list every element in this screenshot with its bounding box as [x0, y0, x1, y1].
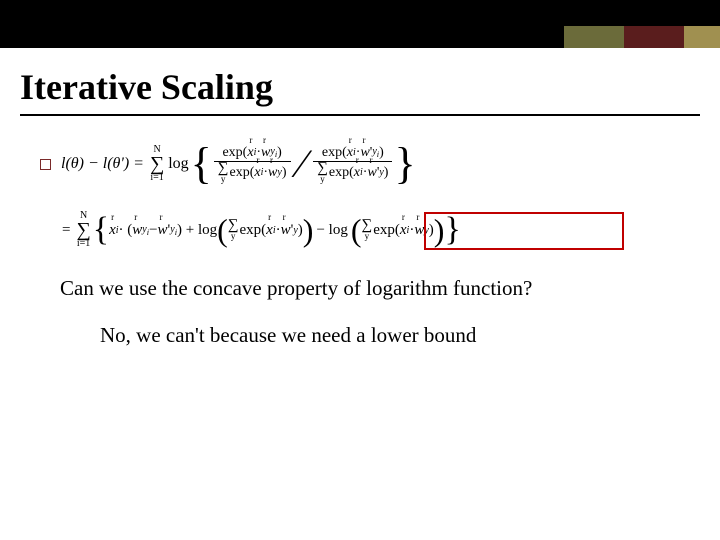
eq1-sum: N ∑ i=1 [150, 145, 164, 183]
content-area: l(θ) − l(θ') = N ∑ i=1 log { exp(xi · wy… [0, 116, 720, 348]
paren-close-1: ) [303, 214, 314, 246]
eq1-sum-bot: i=1 [150, 173, 163, 183]
brace-close-2: } [444, 208, 460, 252]
eq2-equals: = [62, 222, 70, 239]
equation-block: l(θ) − l(θ') = N ∑ i=1 log { exp(xi · wy… [40, 136, 680, 250]
eq2-i1-sum: y [231, 232, 236, 241]
bullet-icon [40, 159, 51, 170]
paren-close-2: ) [434, 214, 445, 246]
eq2-sum-bot: i=1 [77, 239, 90, 249]
eq1-f2-densum: y [320, 175, 325, 184]
paren-open-1: ( [217, 214, 228, 246]
eq1-lhs: l(θ) − l(θ') = [61, 155, 144, 173]
decor-olive [564, 26, 624, 48]
question-text: Can we use the concave property of logar… [60, 276, 680, 301]
eq1-frac2: exp(xi · w'yi) ∑y exp(xi · w'y) [313, 145, 392, 184]
eq2-sum: N ∑ i=1 [76, 211, 90, 249]
brace-open-2: { [93, 208, 109, 252]
brace-close-1: } [394, 142, 415, 186]
eq1-log: log [168, 155, 188, 173]
title-area: Iterative Scaling [0, 48, 720, 116]
eq2-i2-sum: y [365, 232, 370, 241]
brace-open-1: { [191, 142, 212, 186]
equation-1: l(θ) − l(θ') = N ∑ i=1 log { exp(xi · wy… [40, 136, 680, 192]
header-bar [0, 0, 720, 48]
paren-open-2: ( [351, 214, 362, 246]
eq1-f1-densum: y [221, 175, 226, 184]
equation-2: = N ∑ i=1 { xi · (wyi − w'yi) + log ( ∑y… [62, 210, 680, 250]
slide-title: Iterative Scaling [20, 66, 700, 108]
decor-maroon [624, 26, 684, 48]
eq1-frac1: exp(xi · wyi) ∑y exp(xi · wy) [214, 145, 291, 184]
big-slash: ⁄ [299, 144, 306, 184]
answer-text: No, we can't because we need a lower bou… [100, 323, 680, 348]
decor-tan [684, 26, 720, 48]
